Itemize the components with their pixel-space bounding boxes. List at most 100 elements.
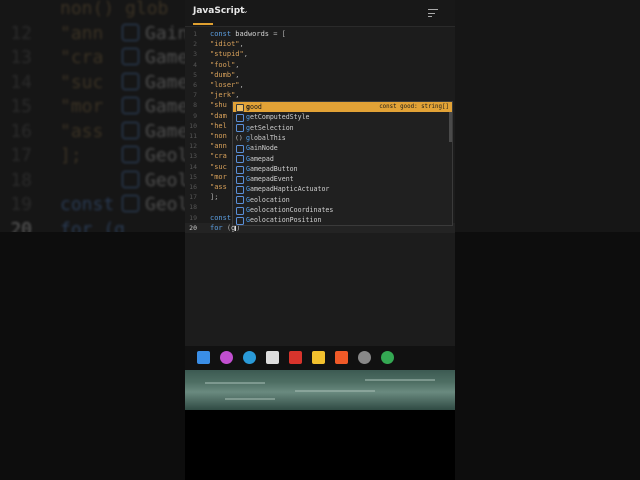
code-text: "stupid",	[210, 50, 248, 59]
method-icon	[236, 124, 244, 133]
line-number: 12	[189, 142, 197, 151]
desktop-wallpaper-water	[185, 370, 455, 410]
code-text: const badwords = [	[210, 30, 286, 38]
background-code-text: "mor	[60, 96, 104, 117]
video-frame: JavaScript ⌄ 1 const badwords = [2 "idiot…	[185, 0, 455, 480]
windows-start-icon[interactable]	[197, 351, 210, 364]
class-icon	[236, 165, 244, 174]
class-icon	[236, 175, 244, 184]
code-text: "ann	[210, 142, 227, 151]
line-number: 2	[193, 40, 197, 49]
suggestion-label: GamepadButton	[246, 164, 298, 173]
class-icon	[122, 48, 139, 65]
suggestion-label: GamepadHapticActuator	[246, 185, 330, 194]
suggestion-label: GainNode	[246, 144, 278, 153]
suggestion-item-gamepad[interactable]: Gamepad	[233, 154, 452, 164]
code-text: "fool",	[210, 60, 240, 69]
suggestion-item-good[interactable]: good const good: string[]	[233, 102, 452, 113]
line-number: 7	[193, 91, 197, 100]
code-line[interactable]: 4 "fool",	[185, 60, 455, 70]
code-text: "hel	[210, 121, 227, 130]
suggestion-item-globalthis[interactable]: () globalThis	[233, 133, 452, 143]
background-line-number: 15	[10, 96, 32, 117]
background-code-text: "suc	[60, 71, 104, 93]
chevron-down-icon[interactable]: ⌄	[242, 6, 249, 15]
suggestion-item-getcomputedstyle[interactable]: getComputedStyle	[233, 112, 452, 123]
line-number: 3	[193, 50, 197, 59]
background-line-number: 18	[10, 169, 32, 191]
class-icon	[236, 144, 244, 153]
code-text: "suc	[210, 162, 227, 171]
background-code-text: "ann	[60, 22, 104, 44]
code-line[interactable]: 5 "dumb",	[185, 70, 455, 80]
suggestion-item-gamepadbutton[interactable]: GamepadButton	[233, 164, 452, 174]
suggestion-label: GeolocationCoordinates	[246, 206, 334, 214]
background-code-text: "ass	[60, 120, 104, 142]
line-number: 17	[189, 193, 197, 202]
suggestion-label: GamepadEvent	[246, 175, 294, 184]
chrome-icon[interactable]	[381, 351, 394, 364]
suggestion-widget[interactable]: good const good: string[] getComputedStyle…	[232, 101, 453, 226]
background-line-number: 19	[10, 194, 32, 215]
background-code-text: "cra	[60, 47, 104, 68]
class-icon	[122, 195, 139, 212]
background-line-number: 12	[10, 22, 32, 44]
code-text: "mor	[210, 172, 227, 181]
windows-taskbar	[185, 346, 455, 370]
code-line[interactable]: 1 const badwords = [	[185, 29, 455, 39]
code-line[interactable]: 2 "idiot",	[185, 39, 455, 49]
code-text: const	[210, 213, 232, 222]
variable-icon	[236, 103, 244, 112]
class-icon	[122, 146, 139, 163]
l-app-icon[interactable]	[289, 351, 302, 364]
code-text: "ass	[210, 183, 227, 191]
code-text: "dam	[210, 111, 227, 120]
suggestion-item-getselection[interactable]: getSelection	[233, 123, 452, 133]
method-icon	[236, 114, 244, 123]
line-number: 8	[193, 101, 197, 110]
filter-icon[interactable]	[428, 8, 438, 18]
app-icon[interactable]	[266, 351, 279, 364]
background-line-number: 17	[10, 145, 32, 166]
suggestion-detail: const good: string[]	[379, 104, 449, 110]
suggestion-item-gainnode[interactable]: GainNode	[233, 143, 452, 153]
background-code-text: non() glob	[60, 0, 169, 19]
code-text: "idiot",	[210, 40, 244, 49]
editor-tab-bar: JavaScript ⌄	[185, 0, 455, 27]
suggestion-item-gamepadevent[interactable]: GamepadEvent	[233, 174, 452, 184]
suggestion-item-geolocationcoordinates[interactable]: GeolocationCoordinates	[233, 205, 452, 215]
line-number: 9	[193, 111, 197, 120]
file-explorer-icon[interactable]	[312, 351, 325, 364]
code-line[interactable]: 3 "stupid",	[185, 49, 455, 59]
code-editor[interactable]: JavaScript ⌄ 1 const badwords = [2 "idiot…	[185, 0, 455, 346]
class-icon	[236, 196, 244, 205]
spotlight-icon[interactable]	[358, 351, 371, 364]
line-number: 5	[193, 70, 197, 79]
suggestion-label: Gamepad	[246, 154, 274, 163]
class-icon	[122, 23, 139, 41]
suggestion-label: good	[246, 103, 262, 111]
background-code-text: ];	[60, 145, 82, 166]
suggestion-label: globalThis	[246, 133, 286, 142]
code-text: "shu	[210, 101, 227, 110]
code-line[interactable]: 6 "loser",	[185, 80, 455, 90]
line-number: 19	[189, 213, 197, 222]
suggestion-label: getSelection	[246, 123, 294, 132]
suggestion-item-geolocation[interactable]: Geolocation	[233, 195, 452, 205]
line-number: 20	[189, 223, 197, 232]
line-number: 15	[189, 172, 197, 181]
class-icon	[122, 97, 139, 114]
suggestion-label: GeolocationPosition	[246, 216, 322, 225]
background-line-number: 13	[10, 47, 32, 68]
tab-underline	[193, 23, 213, 25]
line-number: 16	[189, 183, 197, 191]
language-title[interactable]: JavaScript	[193, 6, 244, 16]
copilot-icon[interactable]	[220, 351, 233, 364]
class-icon	[122, 72, 139, 90]
edge-icon[interactable]	[243, 351, 256, 364]
suggestion-item-gamepadhapticactuator[interactable]: GamepadHapticActuator	[233, 184, 452, 195]
brave-icon[interactable]	[335, 351, 348, 364]
class-icon	[122, 121, 139, 139]
suggestion-item-geolocationposition[interactable]: GeolocationPosition	[233, 215, 452, 226]
code-line[interactable]: 7 "jerk",	[185, 90, 455, 100]
